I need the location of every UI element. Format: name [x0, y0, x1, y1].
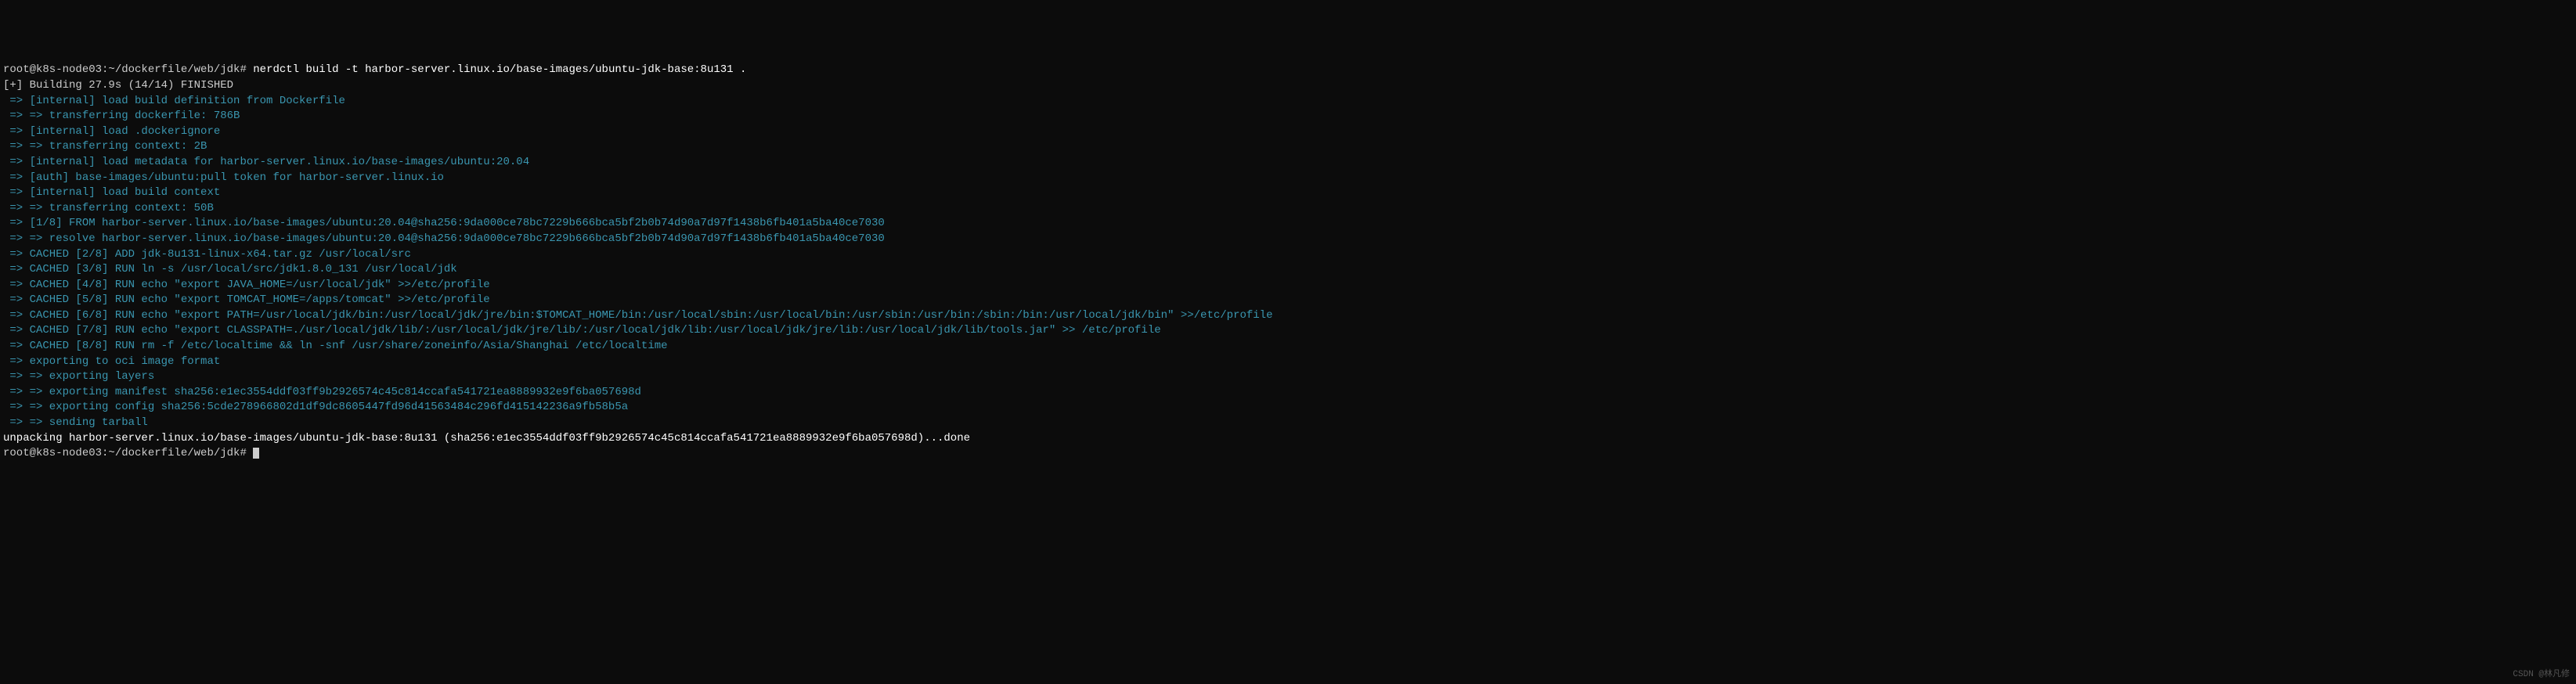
watermark-text: CSDN @林凡修	[2513, 669, 2570, 681]
build-step-line: => CACHED [5/8] RUN echo "export TOMCAT_…	[3, 293, 2573, 308]
shell-prompt: root@k8s-node03:~/dockerfile/web/jdk#	[3, 447, 253, 459]
build-step-line: => [internal] load .dockerignore	[3, 124, 2573, 140]
build-step-line: => CACHED [2/8] ADD jdk-8u131-linux-x64.…	[3, 247, 2573, 263]
build-step-line: => => sending tarball	[3, 416, 2573, 431]
command-line-2[interactable]: root@k8s-node03:~/dockerfile/web/jdk#	[3, 446, 2573, 462]
build-step-line: => => exporting layers	[3, 369, 2573, 385]
shell-prompt: root@k8s-node03:~/dockerfile/web/jdk#	[3, 63, 253, 76]
build-step-line: => CACHED [8/8] RUN rm -f /etc/localtime…	[3, 339, 2573, 355]
unpacking-line: unpacking harbor-server.linux.io/base-im…	[3, 431, 2573, 447]
build-step-line: => => exporting manifest sha256:e1ec3554…	[3, 385, 2573, 401]
build-step-line: => [internal] load build definition from…	[3, 94, 2573, 110]
build-step-line: => => transferring context: 2B	[3, 139, 2573, 155]
terminal-output: root@k8s-node03:~/dockerfile/web/jdk# ne…	[3, 63, 2573, 461]
build-step-line: => [1/8] FROM harbor-server.linux.io/bas…	[3, 216, 2573, 232]
build-step-line: => => transferring dockerfile: 786B	[3, 109, 2573, 124]
build-step-line: => [internal] load build context	[3, 185, 2573, 201]
cursor-icon	[253, 448, 259, 459]
build-step-line: => exporting to oci image format	[3, 355, 2573, 370]
build-step-line: => => resolve harbor-server.linux.io/bas…	[3, 232, 2573, 247]
build-steps-container: => [internal] load build definition from…	[3, 94, 2573, 431]
build-step-line: => CACHED [4/8] RUN echo "export JAVA_HO…	[3, 278, 2573, 293]
build-step-line: => => exporting config sha256:5cde278966…	[3, 400, 2573, 416]
build-step-line: => CACHED [7/8] RUN echo "export CLASSPA…	[3, 323, 2573, 339]
command-line-1: root@k8s-node03:~/dockerfile/web/jdk# ne…	[3, 63, 2573, 78]
build-status-line: [+] Building 27.9s (14/14) FINISHED	[3, 78, 2573, 94]
build-step-line: => => transferring context: 50B	[3, 201, 2573, 217]
command-text: nerdctl build -t harbor-server.linux.io/…	[253, 63, 746, 76]
build-step-line: => CACHED [3/8] RUN ln -s /usr/local/src…	[3, 262, 2573, 278]
build-step-line: => [auth] base-images/ubuntu:pull token …	[3, 171, 2573, 186]
build-step-line: => [internal] load metadata for harbor-s…	[3, 155, 2573, 171]
build-step-line: => CACHED [6/8] RUN echo "export PATH=/u…	[3, 308, 2573, 324]
